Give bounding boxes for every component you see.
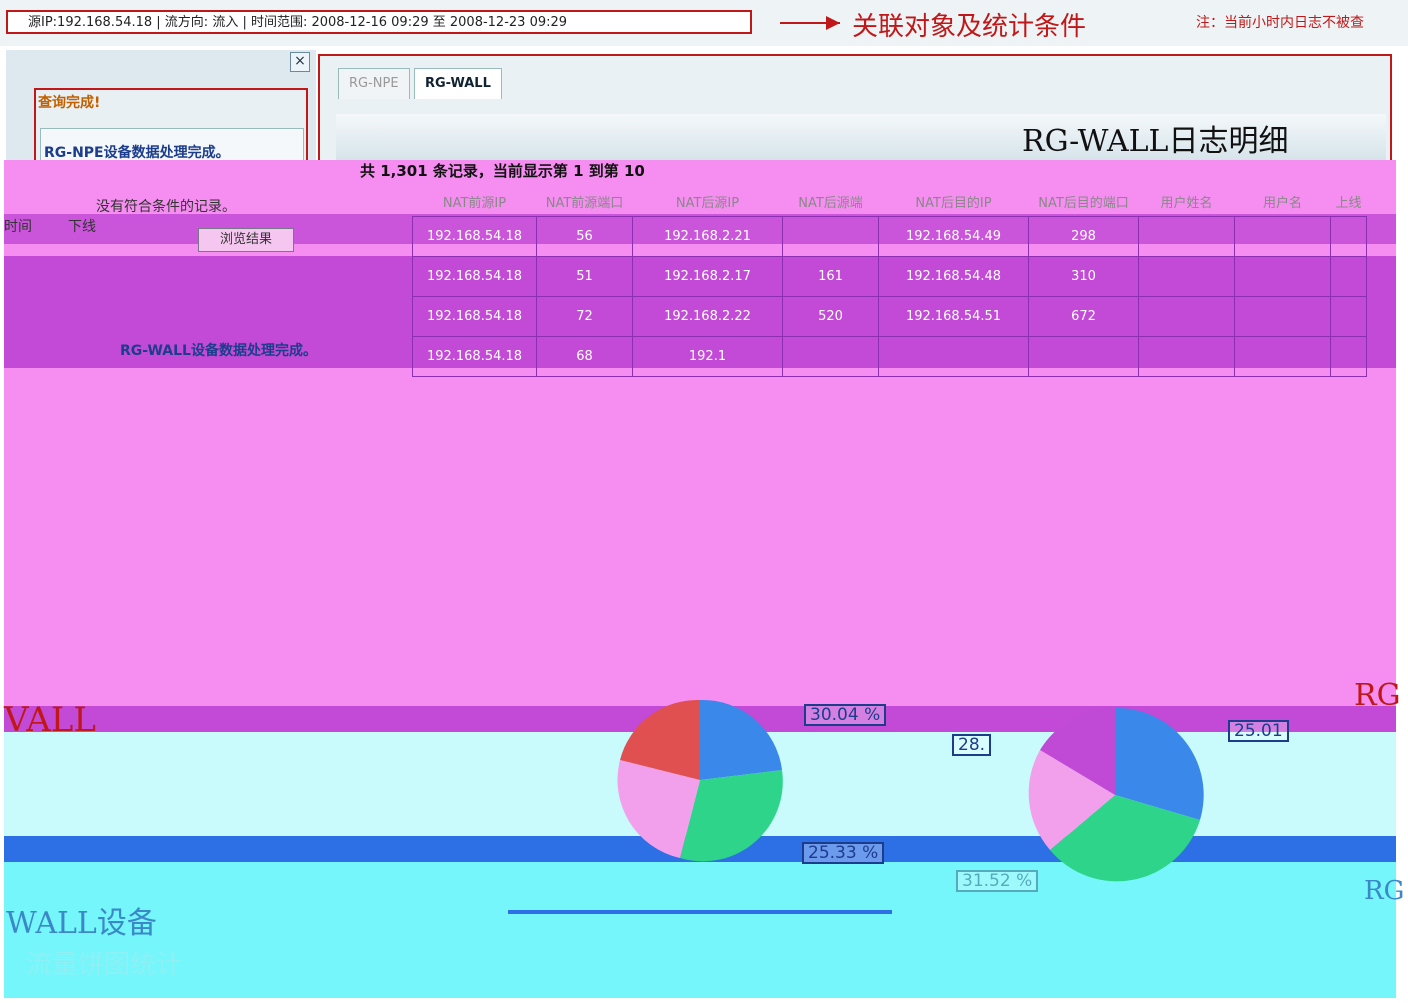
table-cell: 192.168.54.18 xyxy=(412,216,537,257)
log-table: NAT前源IP NAT前源端口 NAT后源IP NAT后源端 NAT后目的IP … xyxy=(412,186,1367,377)
table-cell xyxy=(1138,296,1235,337)
table-cell xyxy=(1330,296,1367,337)
glitch-band xyxy=(4,368,1396,706)
column-header-time[interactable]: 时间 xyxy=(4,216,32,236)
filter-conditions-box: 源IP:192.168.54.18 | 流方向: 流入 | 时间范围: 2008… xyxy=(6,10,752,34)
table-cell xyxy=(878,336,1029,377)
query-status-label: 查询完成! xyxy=(38,95,101,111)
pie-right-pct-label: 31.52 % xyxy=(956,870,1039,892)
npe-status-label: RG-NPE设备数据处理完成。 xyxy=(44,145,230,161)
table-cell: 192.1 xyxy=(632,336,783,377)
table-header-row: NAT前源IP NAT前源端口 NAT后源IP NAT后源端 NAT后目的IP … xyxy=(413,186,1367,217)
table-row[interactable]: 192.168.54.18 72 192.168.2.22 520 192.16… xyxy=(412,296,1367,337)
rg-label-right-bottom: RG xyxy=(1364,876,1405,906)
table-cell: 298 xyxy=(1028,216,1139,257)
table-cell: 51 xyxy=(536,256,633,297)
legend-divider xyxy=(508,910,892,914)
no-result-text: 没有符合条件的记录。 xyxy=(96,199,236,215)
column-header-user-fullname[interactable]: 用户姓名 xyxy=(1139,186,1235,217)
table-cell xyxy=(1138,336,1235,377)
tab-rg-wall[interactable]: RG-WALL xyxy=(414,68,502,99)
column-header-nat-post-dst-ip[interactable]: NAT后目的IP xyxy=(879,186,1029,217)
annotation-title: 关联对象及统计条件 xyxy=(852,12,1087,42)
column-header-nat-pre-src-ip[interactable]: NAT前源IP xyxy=(413,186,537,217)
table-cell xyxy=(1234,256,1331,297)
table-cell: 192.168.54.49 xyxy=(878,216,1029,257)
annotation-note: 注：当前小时内日志不被查 xyxy=(1196,15,1364,31)
table-cell: 310 xyxy=(1028,256,1139,297)
table-cell: 192.168.2.21 xyxy=(632,216,783,257)
column-header-nat-post-src-ip[interactable]: NAT后源IP xyxy=(633,186,783,217)
table-row[interactable]: 192.168.54.18 51 192.168.2.17 161 192.16… xyxy=(412,256,1367,297)
table-cell: 192.168.54.18 xyxy=(412,296,537,337)
column-header-nat-post-dst-port[interactable]: NAT后目的端口 xyxy=(1029,186,1139,217)
table-cell: 672 xyxy=(1028,296,1139,337)
table-cell: 56 xyxy=(536,216,633,257)
table-cell: 192.168.2.22 xyxy=(632,296,783,337)
table-cell: 192.168.54.51 xyxy=(878,296,1029,337)
table-cell xyxy=(1234,216,1331,257)
table-cell: 192.168.54.48 xyxy=(878,256,1029,297)
table-cell xyxy=(1234,336,1331,377)
table-row[interactable]: 192.168.54.18 56 192.168.2.21 192.168.54… xyxy=(412,216,1367,257)
table-cell xyxy=(1330,336,1367,377)
table-cell: 520 xyxy=(782,296,879,337)
flow-pie-stats-label: 流量饼图统计 xyxy=(26,950,183,980)
pie-left-pct-label: 30.04 % xyxy=(804,704,887,726)
column-header-offline[interactable]: 下线 xyxy=(68,216,96,236)
table-cell: 192.168.2.17 xyxy=(632,256,783,297)
wall-label-large: VALL xyxy=(4,700,96,740)
close-button[interactable]: × xyxy=(290,52,310,72)
wall-status-label: RG-WALL设备数据处理完成。 xyxy=(120,343,317,359)
table-cell xyxy=(1138,216,1235,257)
pie-chart-right xyxy=(1028,707,1204,882)
table-cell: 72 xyxy=(536,296,633,337)
table-cell xyxy=(1330,256,1367,297)
table-cell xyxy=(1330,216,1367,257)
rg-label-right-top: RG xyxy=(1354,678,1401,713)
pie-slice xyxy=(700,699,782,780)
column-header-username[interactable]: 用户名 xyxy=(1235,186,1331,217)
table-cell xyxy=(1028,336,1139,377)
pie-right-pct-label: 28. xyxy=(952,734,992,756)
record-summary: 共 1,301 条记录，当前显示第 1 到第 10 xyxy=(360,162,645,180)
annotation-arrowhead xyxy=(826,16,840,30)
browse-results-button[interactable]: 浏览结果 xyxy=(198,228,294,252)
table-cell xyxy=(782,336,879,377)
table-cell: 68 xyxy=(536,336,633,377)
table-cell: 161 xyxy=(782,256,879,297)
wall-device-label: WALL设备 xyxy=(6,906,157,941)
pie-right-pct-label: 25.01 xyxy=(1228,720,1289,742)
column-header-nat-pre-src-port[interactable]: NAT前源端口 xyxy=(537,186,633,217)
table-cell xyxy=(1138,256,1235,297)
pie-chart-left xyxy=(617,699,783,862)
window-title: RG-WALL日志明细 xyxy=(1022,124,1289,159)
table-row[interactable]: 192.168.54.18 68 192.1 xyxy=(412,336,1367,377)
column-header-nat-post-src-port[interactable]: NAT后源端 xyxy=(783,186,879,217)
table-cell xyxy=(782,216,879,257)
table-cell xyxy=(1234,296,1331,337)
tab-rg-npe[interactable]: RG-NPE xyxy=(338,68,410,99)
table-cell: 192.168.54.18 xyxy=(412,256,537,297)
pie-left-pct-label: 25.33 % xyxy=(802,842,885,864)
column-header-online[interactable]: 上线 xyxy=(1331,186,1367,217)
table-cell: 192.168.54.18 xyxy=(412,336,537,377)
